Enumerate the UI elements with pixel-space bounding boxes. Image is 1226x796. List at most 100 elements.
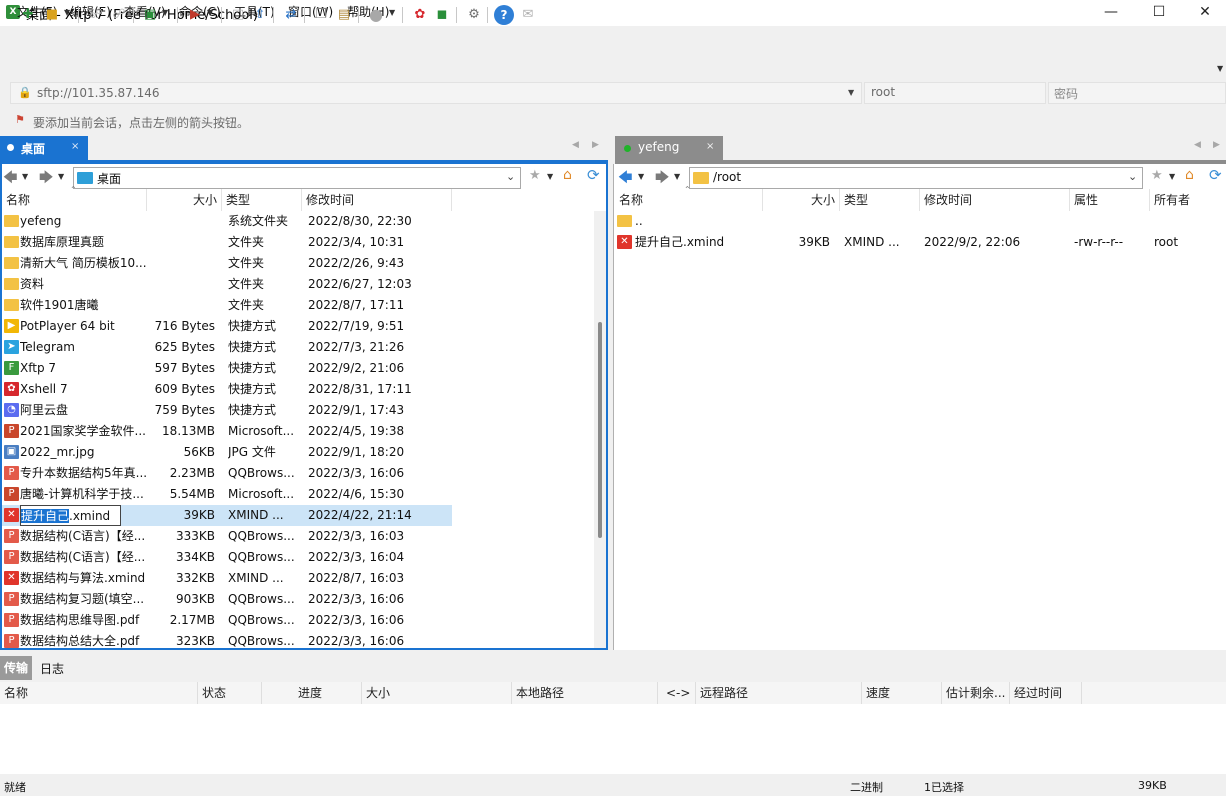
back-arrow-icon[interactable]: 🡄 <box>618 167 632 191</box>
col-name[interactable]: 名称 <box>0 682 198 704</box>
transfer-icon[interactable]: ▶ <box>185 5 205 25</box>
col-owner[interactable]: 所有者 <box>1150 189 1226 211</box>
col-status[interactable]: 状态 <box>198 682 262 704</box>
new-session-icon[interactable]: ✚ <box>18 5 38 25</box>
table-row[interactable]: F Xftp 7 597 Bytes 快捷方式 2022/9/2, 21:06 <box>2 358 452 379</box>
gear-icon[interactable]: ⚙ <box>464 5 484 25</box>
star-icon[interactable]: ★ <box>529 168 541 183</box>
connect-icon[interactable]: ☍ <box>86 5 106 25</box>
xshell-icon[interactable]: ✿ <box>410 5 430 25</box>
forward-arrow-icon[interactable]: 🡆 <box>655 167 669 191</box>
table-row[interactable]: .. <box>615 211 1226 232</box>
col-type[interactable]: 类型 <box>222 189 302 211</box>
table-row[interactable]: P 数据结构总结大全.pdf 323KB QQBrows... 2022/3/3, 16… <box>2 631 452 648</box>
table-row[interactable]: P 2021国家奖学金软件... 18.13MB Microsoft... 2022/4… <box>2 421 452 442</box>
chevron-down-icon[interactable]: ⌄ <box>506 170 515 183</box>
globe-icon[interactable]: ● <box>366 5 386 25</box>
maximize-button[interactable]: ☐ <box>1136 0 1182 26</box>
table-row[interactable]: ➤ Telegram 625 Bytes 快捷方式 2022/7/3, 21:26 <box>2 337 452 358</box>
col-elapsed[interactable]: 经过时间 <box>1010 682 1082 704</box>
col-attr[interactable]: 属性 <box>1070 189 1150 211</box>
refresh-icon[interactable]: ⟳ <box>587 166 600 184</box>
tab-next-icon[interactable]: ▶ <box>1213 140 1220 150</box>
disconnect-icon[interactable]: ☍ <box>109 5 129 25</box>
col-remote-path[interactable]: 远程路径 <box>696 682 862 704</box>
col-type[interactable]: 类型 <box>840 189 920 211</box>
tab-prev-icon[interactable]: ◀ <box>572 140 579 150</box>
tab-transfer[interactable]: 传输 <box>0 656 32 680</box>
col-mtime[interactable]: 修改时间 <box>302 189 452 211</box>
table-row[interactable]: ◔ 阿里云盘 759 Bytes 快捷方式 2022/9/1, 17:43 <box>2 400 452 421</box>
close-tab-icon[interactable]: × <box>71 141 79 152</box>
chevron-down-icon[interactable]: ⌄ <box>1128 170 1137 183</box>
table-row[interactable]: P 唐曦-计算机科学于技... 5.54MB Microsoft... 2022/4/6… <box>2 484 452 505</box>
tab-next-icon[interactable]: ▶ <box>592 140 599 150</box>
chevron-down-icon[interactable]: ▼ <box>64 8 70 17</box>
col-progress[interactable]: 进度 <box>262 682 362 704</box>
xftp-icon[interactable]: ◼ <box>432 5 452 25</box>
home-icon[interactable]: ⌂ <box>1185 167 1194 183</box>
col-size[interactable]: 大小 <box>362 682 512 704</box>
table-row[interactable]: ✕ 提升自己.xmind 39KB XMIND ... 2022/9/2, 22:06 -… <box>615 232 1226 253</box>
table-row[interactable]: ✕ 提升自己.xmind 39KB XMIND ... 2022/4/22, 21:14 <box>2 505 452 526</box>
sync-arrows-icon[interactable]: ⇄ <box>281 5 301 25</box>
minimize-button[interactable]: — <box>1088 0 1134 26</box>
refresh-icon[interactable]: ⟳ <box>1209 166 1222 184</box>
upload-icon[interactable]: ⇧ <box>250 5 270 25</box>
chevron-down-icon[interactable]: ▼ <box>207 8 213 17</box>
tab-log[interactable]: 日志 <box>40 660 64 677</box>
rename-input[interactable]: 提升自己.xmind <box>20 505 121 526</box>
chevron-down-icon[interactable]: ▼ <box>848 88 854 97</box>
scrollbar-thumb[interactable] <box>598 322 602 538</box>
table-row[interactable]: P 数据结构思维导图.pdf 2.17MB QQBrows... 2022/3/3, 1… <box>2 610 452 631</box>
paste-icon[interactable]: ▤ <box>334 5 354 25</box>
col-local-path[interactable]: 本地路径 <box>512 682 658 704</box>
document-icon[interactable]: □ <box>228 5 248 25</box>
table-row[interactable]: ▶ PotPlayer 64 bit 716 Bytes 快捷方式 2022/7/19,… <box>2 316 452 337</box>
chat-icon[interactable]: ✉ <box>518 5 538 25</box>
table-row[interactable]: P 专升本数据结构5年真... 2.23MB QQBrows... 2022/3/3, … <box>2 463 452 484</box>
col-size[interactable]: 大小 <box>763 189 840 211</box>
chevron-down-icon[interactable]: ▼ <box>1217 64 1223 73</box>
remote-path-field[interactable] <box>689 167 1143 189</box>
table-row[interactable]: ✕ 数据结构与算法.xmind 332KB XMIND ... 2022/8/7, 16… <box>2 568 452 589</box>
col-speed[interactable]: 速度 <box>862 682 942 704</box>
tab-prev-icon[interactable]: ◀ <box>1194 140 1201 150</box>
chevron-down-icon[interactable]: ▼ <box>1169 172 1175 181</box>
table-row[interactable]: P 数据结构(C语言)【经... 333KB QQBrows... 2022/3/3, … <box>2 526 452 547</box>
table-row[interactable]: P 数据结构复习题(填空... 903KB QQBrows... 2022/3/3, 1… <box>2 589 452 610</box>
col-mtime[interactable]: 修改时间 <box>920 189 1070 211</box>
col-eta[interactable]: 估计剩余... <box>942 682 1010 704</box>
table-row[interactable]: 资料 文件夹 2022/6/27, 12:03 <box>2 274 452 295</box>
forward-arrow-icon[interactable]: 🡆 <box>39 167 53 191</box>
table-row[interactable]: yefeng 系统文件夹 2022/8/30, 22:30 <box>2 211 452 232</box>
table-row[interactable]: 清新大气 简历模板10... 文件夹 2022/2/26, 9:43 <box>2 253 452 274</box>
col-direction[interactable]: <-> <box>658 682 696 704</box>
table-row[interactable]: 数据库原理真题 文件夹 2022/3/4, 10:31 <box>2 232 452 253</box>
chevron-down-icon[interactable]: ▼ <box>22 172 28 181</box>
properties-icon[interactable]: ▣ <box>140 5 160 25</box>
transfer-list[interactable] <box>0 704 1226 774</box>
local-path-field[interactable] <box>73 167 521 189</box>
chevron-down-icon[interactable]: ▼ <box>162 8 168 17</box>
back-arrow-icon[interactable]: 🡄 <box>3 167 17 191</box>
table-row[interactable]: ✿ Xshell 7 609 Bytes 快捷方式 2022/8/31, 17:11 <box>2 379 452 400</box>
copy-icon[interactable]: ❐ <box>311 5 331 25</box>
table-row[interactable]: ▣ 2022_mr.jpg 56KB JPG 文件 2022/9/1, 18:20 <box>2 442 452 463</box>
chevron-down-icon[interactable]: ▼ <box>389 8 395 17</box>
table-row[interactable]: 软件1901唐曦 文件夹 2022/8/7, 17:11 <box>2 295 452 316</box>
open-folder-icon[interactable]: ■ <box>42 5 62 25</box>
chevron-down-icon[interactable]: ▼ <box>638 172 644 181</box>
bookmark-arrow-icon[interactable]: ⚑ <box>15 113 25 126</box>
home-icon[interactable]: ⌂ <box>563 167 572 183</box>
help-icon[interactable]: ? <box>494 5 514 25</box>
close-tab-icon[interactable]: × <box>706 141 714 152</box>
col-size[interactable]: 大小 <box>147 189 222 211</box>
chevron-down-icon[interactable]: ▼ <box>547 172 553 181</box>
table-row[interactable]: P 数据结构(C语言)【经... 334KB QQBrows... 2022/3/3, … <box>2 547 452 568</box>
close-window-button[interactable]: ✕ <box>1182 0 1226 26</box>
chevron-down-icon[interactable]: ▼ <box>674 172 680 181</box>
star-icon[interactable]: ★ <box>1151 168 1163 183</box>
chevron-down-icon[interactable]: ▼ <box>58 172 64 181</box>
address-input[interactable]: sftp://101.35.87.146 <box>37 86 160 100</box>
